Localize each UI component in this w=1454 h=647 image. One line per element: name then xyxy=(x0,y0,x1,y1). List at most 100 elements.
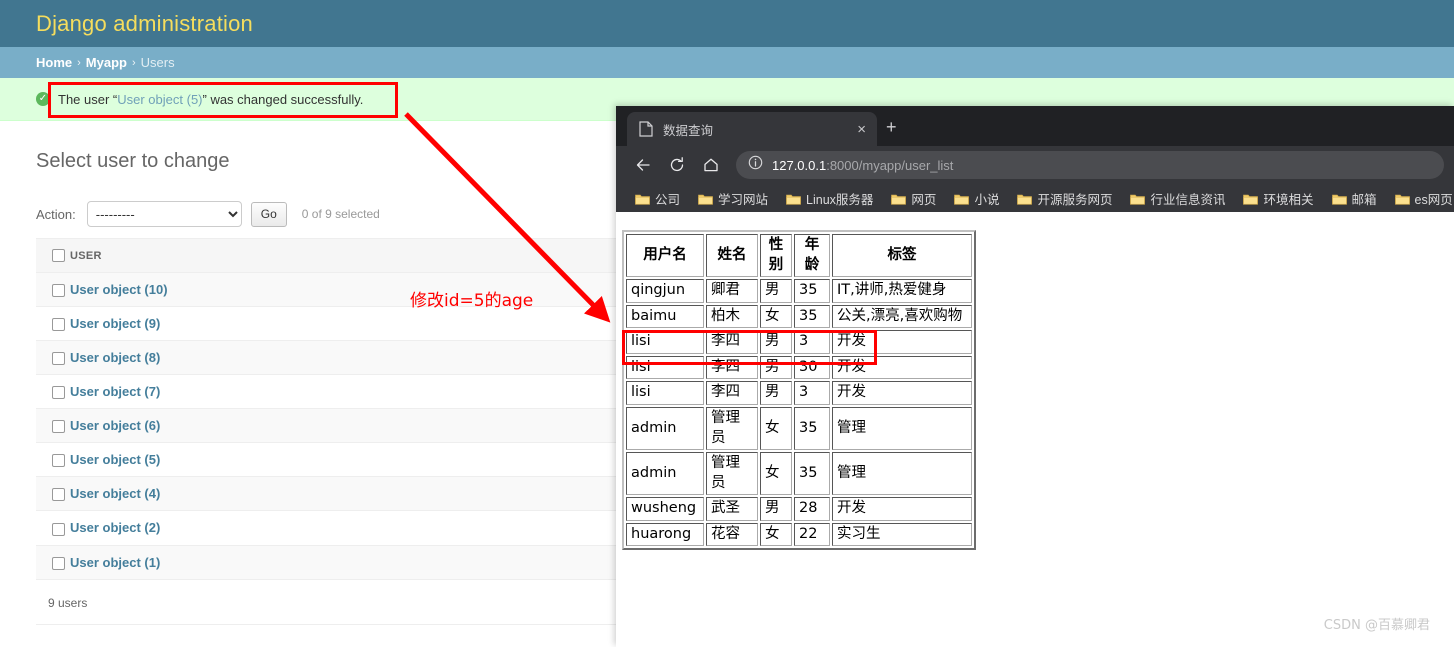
browser-tab[interactable]: 数据查询 × xyxy=(627,112,877,146)
data-table-cell: 35 xyxy=(794,406,830,451)
bookmark-item[interactable]: 公司 xyxy=(626,189,689,208)
folder-icon xyxy=(1394,192,1410,205)
breadcrumb: Home › Myapp › Users xyxy=(0,47,1454,78)
data-table-cell: baimu xyxy=(626,304,704,329)
data-table-cell: 35 xyxy=(794,304,830,329)
bookmark-label: 网页 xyxy=(911,192,937,207)
folder-icon xyxy=(1331,192,1347,205)
select-all-checkbox[interactable] xyxy=(52,249,65,262)
data-table-cell: 实习生 xyxy=(832,522,972,547)
user-object-link[interactable]: User object (5) xyxy=(70,452,160,467)
data-table-cell: 卿君 xyxy=(706,279,758,303)
row-select-cell[interactable] xyxy=(36,476,70,512)
user-object-link[interactable]: User object (7) xyxy=(70,384,160,399)
data-table-cell: 女 xyxy=(760,522,792,547)
data-table-body: qingjun 卿君男 35 IT,讲师,热爱健身 baimu 柏木女 35 公关,漂亮,喜欢… xyxy=(626,279,972,547)
data-table-row: lisi 李四男 3 开发 xyxy=(626,381,972,405)
go-button[interactable]: Go xyxy=(250,201,287,227)
user-data-table: 用户名 姓名 性别 年龄 标签 qingjun 卿君男 35 IT,讲师,热爱健身 baimu 柏… xyxy=(622,230,976,551)
breadcrumb-app[interactable]: Myapp xyxy=(86,55,127,70)
select-all-cell[interactable] xyxy=(36,238,70,273)
page-favicon-icon xyxy=(639,121,653,137)
row-select-cell[interactable] xyxy=(36,545,70,580)
bookmark-label: 邮箱 xyxy=(1351,192,1377,207)
row-checkbox[interactable] xyxy=(52,420,65,434)
row-checkbox[interactable] xyxy=(52,454,65,468)
folder-icon xyxy=(1130,192,1146,205)
data-table-cell: 管理员 xyxy=(706,406,758,451)
data-table-cell: 35 xyxy=(794,279,830,303)
data-table-cell: admin xyxy=(626,452,704,496)
data-table-cell: 女 xyxy=(760,452,792,496)
action-select[interactable]: --------- xyxy=(86,201,242,227)
new-tab-button[interactable]: + xyxy=(886,118,897,136)
bookmark-label: 行业信息资讯 xyxy=(1150,192,1226,207)
data-table-cell: 花容 xyxy=(706,522,758,547)
url-path: :8000/myapp/user_list xyxy=(826,157,954,173)
data-table-cell: wusheng xyxy=(626,497,704,521)
folder-icon xyxy=(1017,192,1033,205)
data-table-cell: 武圣 xyxy=(706,497,758,521)
row-select-cell[interactable] xyxy=(36,340,70,376)
data-table-row: lisi 李四男 3 开发 xyxy=(626,330,972,354)
back-arrow-icon[interactable] xyxy=(626,150,660,180)
data-table-row: baimu 柏木女 35 公关,漂亮,喜欢购物 xyxy=(626,304,972,329)
home-icon[interactable] xyxy=(694,150,728,180)
folder-icon xyxy=(635,192,650,205)
user-object-link[interactable]: User object (9) xyxy=(70,316,160,331)
browser-tab-title: 数据查询 xyxy=(663,123,714,138)
row-select-cell[interactable] xyxy=(36,374,70,410)
bookmark-item[interactable]: Linux服务器 xyxy=(777,189,882,208)
site-info-icon[interactable] xyxy=(748,155,763,175)
bookmark-item[interactable]: 学习网站 xyxy=(689,189,777,208)
row-checkbox[interactable] xyxy=(52,352,65,366)
bookmark-item[interactable]: 小说 xyxy=(945,189,1008,208)
data-table-cell: 李四 xyxy=(706,355,758,380)
user-object-link[interactable]: User object (10) xyxy=(70,282,168,297)
breadcrumb-home[interactable]: Home xyxy=(36,55,72,70)
row-select-cell[interactable] xyxy=(36,442,70,478)
row-select-cell[interactable] xyxy=(36,272,70,308)
row-checkbox[interactable] xyxy=(52,522,65,536)
bookmark-item[interactable]: 行业信息资讯 xyxy=(1121,189,1234,208)
bookmark-item[interactable]: 环境相关 xyxy=(1234,189,1322,208)
data-table-row: qingjun 卿君男 35 IT,讲师,热爱健身 xyxy=(626,279,972,303)
user-object-link[interactable]: User object (6) xyxy=(70,418,160,433)
bookmark-item[interactable]: es网页 xyxy=(1386,189,1454,208)
data-table-cell: 男 xyxy=(760,279,792,303)
row-select-cell[interactable] xyxy=(36,510,70,546)
reload-icon[interactable] xyxy=(660,150,694,180)
data-table-row: wusheng 武圣男 28 开发 xyxy=(626,497,972,521)
folder-icon xyxy=(1243,192,1259,205)
message-object-link[interactable]: User object (5) xyxy=(117,92,202,107)
site-brand[interactable]: Django administration xyxy=(36,11,253,37)
row-select-cell[interactable] xyxy=(36,306,70,342)
row-select-cell[interactable] xyxy=(36,408,70,444)
bookmark-label: es网页 xyxy=(1414,192,1453,207)
close-icon[interactable]: × xyxy=(854,122,869,137)
row-checkbox[interactable] xyxy=(52,488,65,502)
bookmark-item[interactable]: 网页 xyxy=(882,189,945,208)
user-object-link[interactable]: User object (2) xyxy=(70,520,160,535)
data-table-cell: 管理 xyxy=(832,452,972,496)
user-object-link[interactable]: User object (1) xyxy=(70,555,160,570)
row-checkbox[interactable] xyxy=(52,386,65,400)
user-object-link[interactable]: User object (8) xyxy=(70,350,160,365)
data-table-cell: 30 xyxy=(794,355,830,380)
message-suffix: ” was changed successfully. xyxy=(202,91,364,107)
bookmark-item[interactable]: 开源服务网页 xyxy=(1008,189,1121,208)
folder-icon xyxy=(891,192,907,205)
bookmark-item[interactable]: 邮箱 xyxy=(1323,189,1386,208)
data-table-cell: lisi xyxy=(626,355,704,380)
address-bar[interactable]: 127.0.0.1:8000/myapp/user_list xyxy=(736,151,1444,179)
data-table-cell: 开发 xyxy=(832,381,972,405)
data-table-header-row: 用户名 姓名 性别 年龄 标签 xyxy=(626,234,972,278)
bookmark-label: 小说 xyxy=(974,192,1000,207)
row-checkbox[interactable] xyxy=(52,284,65,298)
django-header: Django administration xyxy=(0,0,1454,47)
row-checkbox[interactable] xyxy=(52,318,65,332)
row-checkbox[interactable] xyxy=(52,556,65,570)
user-object-link[interactable]: User object (4) xyxy=(70,486,160,501)
success-message-text: The user “User object (5)” was changed s… xyxy=(58,92,363,107)
data-table-cell: 开发 xyxy=(832,355,972,380)
